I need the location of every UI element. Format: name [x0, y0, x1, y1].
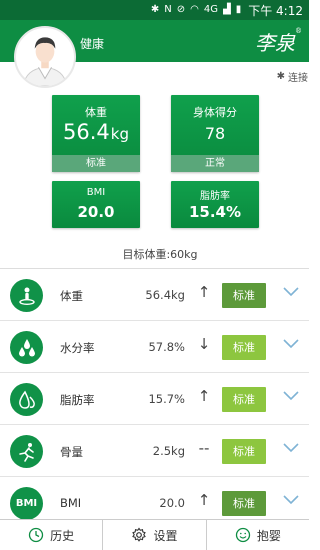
- nav-history-label: 历史: [50, 528, 75, 543]
- trend-indicator: ↑: [197, 283, 211, 301]
- fat-card-label: 脂肪率: [200, 191, 230, 202]
- chevron-down-icon[interactable]: [282, 338, 300, 350]
- smiley-icon: [235, 527, 250, 543]
- fat-card[interactable]: 脂肪率 15.4%: [171, 181, 259, 228]
- metric-value: 2.5kg: [152, 444, 185, 458]
- score-card[interactable]: 身体得分 78 正常: [171, 95, 259, 172]
- metrics-list: 体重 56.4kg ↑ 标准 水分率 57.8% ↓ 标准 脂肪率 15.7% …: [0, 268, 309, 529]
- metric-name: 体重: [60, 289, 83, 303]
- score-card-status: 正常: [171, 155, 259, 172]
- doctor-avatar-icon: [23, 37, 67, 86]
- nav-baby-label: 抱婴: [256, 528, 281, 543]
- fat-card-value: 15.4%: [188, 203, 242, 221]
- weight-card-status: 标准: [52, 155, 140, 172]
- wifi-icon: ◠: [190, 4, 199, 15]
- metric-value: 56.4kg: [145, 288, 185, 302]
- chevron-down-icon[interactable]: [282, 286, 300, 298]
- bmi-icon: BMI: [10, 487, 43, 520]
- connect-label: 连接: [288, 73, 308, 84]
- metric-name: 骨量: [60, 445, 83, 459]
- metric-row-weight[interactable]: 体重 56.4kg ↑ 标准: [0, 269, 309, 321]
- person-scale-icon: [10, 279, 43, 312]
- metric-value: 20.0: [159, 496, 185, 510]
- bluetooth-icon: ✱: [150, 4, 160, 15]
- metric-row-fat[interactable]: 脂肪率 15.7% ↑ 标准: [0, 373, 309, 425]
- bmi-card-label: BMI: [86, 187, 106, 198]
- username: 健康: [80, 37, 105, 51]
- chevron-down-icon[interactable]: [282, 390, 300, 402]
- status-badge: 标准: [222, 491, 266, 516]
- chevron-down-icon[interactable]: [282, 494, 300, 506]
- battery-icon: ▮: [235, 4, 242, 15]
- bottom-nav: 历史 设置 抱婴: [0, 519, 309, 550]
- fat-drop-icon: [10, 383, 43, 416]
- target-weight: 目标体重:60kg: [122, 248, 198, 261]
- weight-card-label: 体重: [85, 106, 107, 119]
- metric-name: BMI: [60, 496, 82, 510]
- status-bar: ✱ N ⊘ ◠ 4G ▟ ▮ 下午 4:12: [0, 0, 309, 20]
- status-time: 下午 4:12: [248, 3, 303, 18]
- status-badge: 标准: [222, 387, 266, 412]
- mute-icon: ⊘: [176, 4, 186, 15]
- connect-button[interactable]: ✱ 连接: [277, 69, 308, 84]
- trend-indicator: ↑: [197, 387, 211, 405]
- bmi-card[interactable]: BMI 20.0: [52, 181, 140, 228]
- metric-row-bone[interactable]: 骨量 2.5kg -- 标准: [0, 425, 309, 477]
- signal-icon: ▟: [223, 4, 231, 15]
- score-card-value: 78: [204, 124, 226, 143]
- water-drops-icon: [10, 331, 43, 364]
- gear-icon: [132, 527, 147, 542]
- metric-row-water[interactable]: 水分率 57.8% ↓ 标准: [0, 321, 309, 373]
- weight-card-value: 56.4kg: [63, 120, 129, 144]
- metric-value: 15.7%: [148, 392, 185, 406]
- chevron-down-icon[interactable]: [282, 442, 300, 454]
- metric-name: 水分率: [60, 341, 95, 355]
- nav-baby[interactable]: 抱婴: [207, 520, 309, 550]
- trend-indicator: --: [198, 439, 210, 457]
- score-card-label: 身体得分: [193, 106, 237, 119]
- metric-value: 57.8%: [148, 340, 185, 354]
- trend-indicator: ↓: [197, 335, 211, 353]
- network-type: 4G: [203, 4, 219, 15]
- clock-icon: [29, 527, 44, 543]
- bmi-card-value: 20.0: [77, 203, 115, 221]
- nav-history[interactable]: 历史: [0, 520, 104, 550]
- nfc-icon: N: [164, 4, 172, 15]
- nav-settings[interactable]: 设置: [103, 520, 207, 550]
- trend-indicator: ↑: [197, 491, 211, 509]
- brand-logo: 李泉®: [255, 27, 302, 55]
- weight-card[interactable]: 体重 56.4kg 标准: [52, 95, 140, 172]
- bone-runner-icon: [10, 435, 43, 468]
- bluetooth-icon: ✱: [276, 71, 285, 82]
- status-badge: 标准: [222, 439, 266, 464]
- nav-settings-label: 设置: [153, 528, 178, 543]
- status-badge: 标准: [222, 335, 266, 360]
- metric-name: 脂肪率: [60, 393, 95, 407]
- status-badge: 标准: [222, 283, 266, 308]
- avatar[interactable]: [14, 26, 76, 88]
